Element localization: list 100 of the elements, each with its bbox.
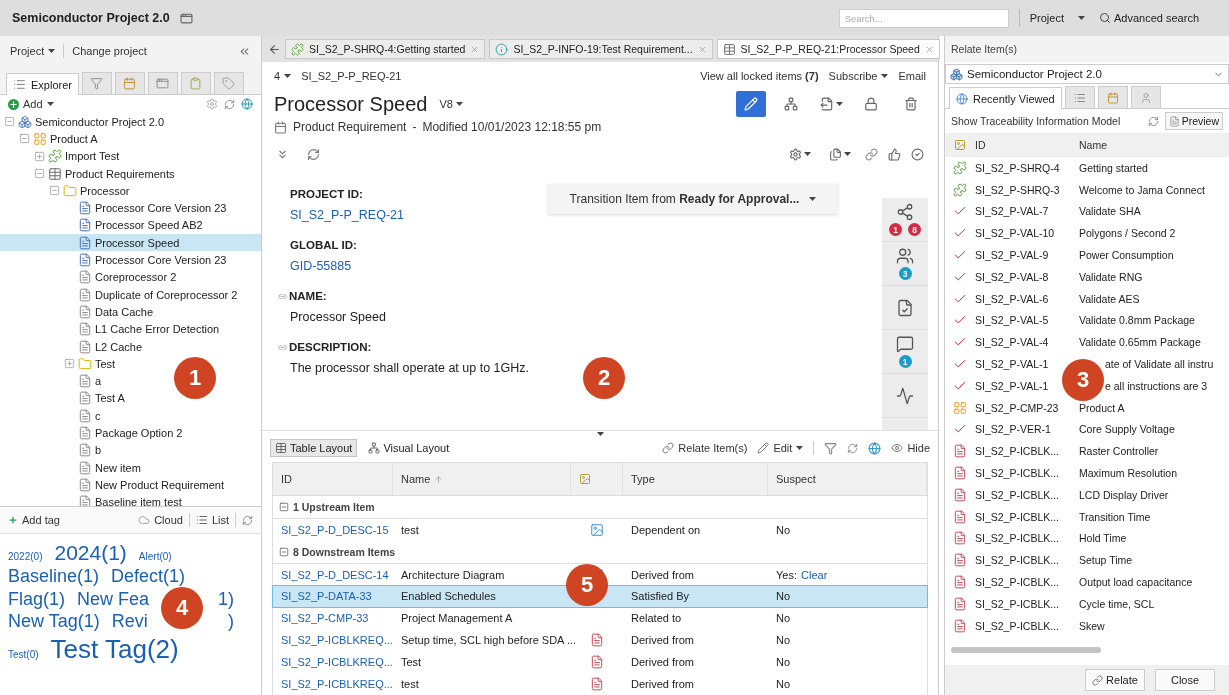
layout-tab[interactable]: Visual Layout <box>363 439 455 457</box>
relate-button[interactable]: Relate <box>1085 669 1145 691</box>
item-id-link[interactable]: SI_S2_P-DATA-33 <box>273 590 393 603</box>
refresh-icon[interactable] <box>1147 115 1159 127</box>
collapse-toggle[interactable] <box>4 116 15 128</box>
tree-item[interactable]: Test A <box>0 389 131 408</box>
panel-tab[interactable] <box>1097 86 1128 108</box>
tree-item[interactable]: Product A <box>0 130 104 148</box>
settings-icon[interactable] <box>206 98 218 110</box>
add-tag-button[interactable]: Add tag <box>8 514 60 526</box>
column-header[interactable]: Suspect <box>776 473 816 485</box>
relate-items-button[interactable]: Relate Item(s) <box>662 442 748 454</box>
tag-link[interactable]: ) <box>228 611 234 633</box>
refresh-icon[interactable] <box>242 514 253 526</box>
tree-item[interactable]: Processor Core Version 23 <box>0 251 233 269</box>
tag-link[interactable]: Flag(1) <box>8 588 65 611</box>
locked-items-link[interactable]: View all locked items (7) <box>700 70 819 82</box>
advanced-search-link[interactable]: Advanced search <box>1099 12 1217 24</box>
expand-toggle[interactable] <box>64 358 75 370</box>
column-header[interactable]: ID <box>281 473 292 485</box>
history-menu[interactable]: 4 <box>274 70 292 82</box>
clear-link[interactable]: Clear <box>801 568 828 581</box>
refresh-icon[interactable] <box>224 98 235 110</box>
panel-tab[interactable] <box>1064 86 1095 108</box>
item-id-link[interactable]: SI_S2_P-D_DESC-14 <box>273 568 393 581</box>
panel-tab[interactable]: Explorer <box>6 73 79 95</box>
tag-link[interactable]: Test Tag(2) <box>50 633 179 666</box>
tree-item[interactable]: a <box>0 372 108 390</box>
change-project-link[interactable]: Change project <box>72 45 147 57</box>
tree-item[interactable]: Data Cache <box>0 303 160 321</box>
item-id-link[interactable]: SI_S2_P-CMP-33 <box>273 612 393 625</box>
close-icon[interactable] <box>470 44 480 54</box>
tree-item[interactable]: Product Requirements <box>0 164 181 183</box>
column-header[interactable]: Name <box>401 473 431 485</box>
link-icon[interactable] <box>865 147 878 161</box>
tree-item[interactable]: New item <box>0 458 147 477</box>
column-header[interactable]: Type <box>631 473 655 485</box>
panel-tab[interactable] <box>147 72 178 94</box>
tag-link[interactable]: 2024(1) <box>54 540 127 566</box>
close-button[interactable]: Close <box>1155 669 1215 691</box>
tree-item[interactable]: Test <box>0 355 122 373</box>
tree-item[interactable]: b <box>0 441 108 459</box>
layout-tab[interactable]: Table Layout <box>270 439 358 457</box>
globe-icon[interactable] <box>241 98 253 110</box>
field-link[interactable]: GID-55885 <box>278 259 882 273</box>
tree-item[interactable]: Import Test <box>0 147 126 165</box>
tag-link[interactable]: New Fea <box>77 588 150 611</box>
tag-link[interactable]: Test(0) <box>8 648 39 661</box>
tag-link[interactable]: Alert(0) <box>138 551 172 563</box>
collapse-toggle[interactable] <box>49 185 60 197</box>
edit-menu[interactable]: Edit <box>757 442 804 454</box>
filter-icon[interactable] <box>824 441 838 455</box>
tree-item[interactable]: L2 Cache <box>0 337 149 356</box>
tree-item[interactable]: New Product Requirement <box>0 476 230 494</box>
item-id-link[interactable]: SI_S2_P-ICBLKREQ... <box>273 655 393 668</box>
refresh-icon[interactable] <box>307 147 320 161</box>
subscribe-menu[interactable]: Subscribe <box>828 70 889 82</box>
panel-tab[interactable] <box>114 72 145 94</box>
tree-item[interactable]: Processor Speed <box>0 234 261 252</box>
document-tab[interactable]: SI_S2_P-P_REQ-21:Processor Speed <box>716 39 940 59</box>
search-field[interactable]: Search... <box>838 8 1009 28</box>
collapse-toggle[interactable] <box>279 502 289 512</box>
scrollbar[interactable] <box>951 646 1101 653</box>
tag-link[interactable]: Defect(1) <box>111 566 186 588</box>
tag-link[interactable]: 2022(0) <box>8 551 43 563</box>
version-menu[interactable]: V8 <box>439 98 463 110</box>
tree-item[interactable]: Processor <box>0 182 136 200</box>
hide-button[interactable]: Hide <box>891 442 930 454</box>
preview-button[interactable]: Preview <box>1164 112 1223 130</box>
close-icon[interactable] <box>697 44 707 54</box>
tree-item[interactable]: c <box>0 407 107 425</box>
expand-toggle[interactable] <box>34 150 45 162</box>
panel-tab[interactable] <box>180 72 211 94</box>
tag-link[interactable]: New Tag(1) <box>8 611 100 633</box>
panel-tab[interactable] <box>81 72 112 94</box>
refresh-icon[interactable] <box>847 442 859 454</box>
column-header[interactable]: ID <box>975 139 1079 151</box>
collapse-toggle[interactable] <box>19 133 30 145</box>
list-view-button[interactable]: List <box>195 514 229 526</box>
email-link[interactable]: Email <box>898 70 926 82</box>
item-id-link[interactable]: SI_S2_P-ICBLKREQ... <box>273 634 393 647</box>
tree-item[interactable]: Package Option 2 <box>0 424 189 442</box>
project-menu[interactable]: Project <box>10 45 56 57</box>
tree-item[interactable]: L1 Cache Error Detection <box>0 320 226 338</box>
tree-item[interactable]: Baseline item test <box>0 493 188 506</box>
thumbs-up-icon[interactable] <box>888 147 901 161</box>
edit-button[interactable] <box>736 91 766 117</box>
transition-dropdown[interactable]: Transition Item from Ready for Approval... <box>548 184 838 214</box>
traceability-label[interactable]: Show Traceability Information Model <box>951 115 1121 127</box>
tag-link[interactable]: 1) <box>218 588 234 611</box>
collapse-toggle[interactable] <box>34 168 45 180</box>
item-id-link[interactable]: SI_S2_P-D_DESC-15 <box>273 523 393 536</box>
item-id-link[interactable]: SI_S2_P-ICBLKREQ... <box>273 677 393 690</box>
globe-icon[interactable] <box>868 441 882 455</box>
scope-dropdown[interactable]: Project <box>1018 9 1089 27</box>
tag-link[interactable]: Baseline(1) <box>8 566 100 588</box>
back-icon[interactable] <box>268 42 281 56</box>
close-icon[interactable] <box>924 44 934 54</box>
tree-item[interactable]: Semiconductor Project 2.0 <box>0 113 170 131</box>
project-select[interactable]: Semiconductor Project 2.0 <box>945 64 1229 84</box>
